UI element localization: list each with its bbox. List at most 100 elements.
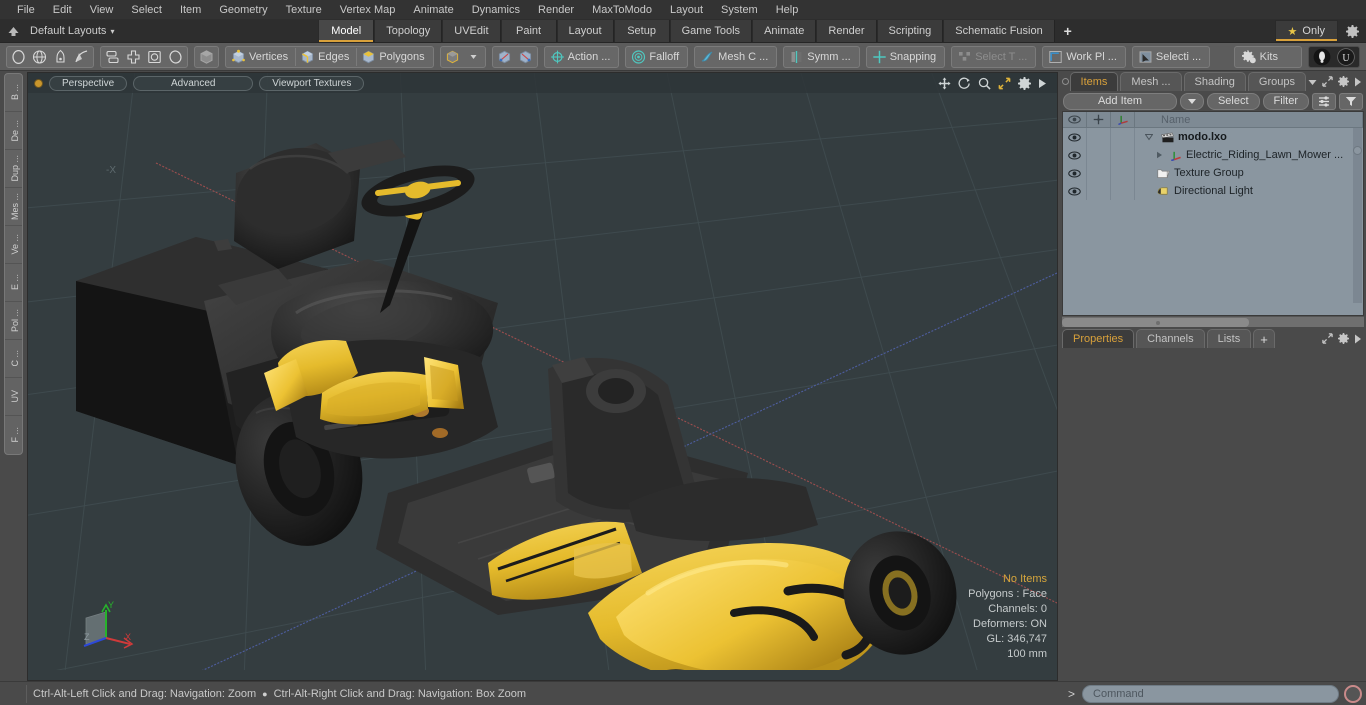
play-icon[interactable] xyxy=(1354,334,1362,344)
falloff-button[interactable]: Falloff xyxy=(627,47,686,67)
center-a-icon[interactable] xyxy=(494,47,515,67)
axis-gizmo[interactable]: Y X Z xyxy=(68,596,138,658)
menu-item-layout[interactable]: Layout xyxy=(661,0,712,20)
layout-tab-paint[interactable]: Paint xyxy=(500,20,557,42)
rotate-icon[interactable] xyxy=(958,77,971,90)
menu-item-help[interactable]: Help xyxy=(767,0,808,20)
chevron-down-icon[interactable] xyxy=(1308,78,1317,86)
menu-item-edit[interactable]: Edit xyxy=(44,0,81,20)
move-icon[interactable] xyxy=(938,76,951,90)
mirror-icon[interactable] xyxy=(123,47,144,67)
left-tab-edge[interactable]: E ... xyxy=(5,264,22,302)
only-toggle-button[interactable]: ★ Only xyxy=(1274,20,1339,42)
curve-icon[interactable] xyxy=(71,47,92,67)
row-axis-cell[interactable] xyxy=(1111,128,1135,146)
menu-item-maxtomodo[interactable]: MaxToModo xyxy=(583,0,661,20)
expand-icon[interactable] xyxy=(1322,76,1333,87)
items-list-vertical-scrollbar[interactable] xyxy=(1353,128,1362,303)
row-axis-cell[interactable] xyxy=(1111,182,1135,200)
zoom-icon[interactable] xyxy=(978,77,991,90)
tab-properties[interactable]: Properties xyxy=(1062,329,1135,348)
layout-tab-schematic-fusion[interactable]: Schematic Fusion xyxy=(943,20,1055,42)
gear-icon[interactable] xyxy=(1338,76,1349,87)
layout-selector[interactable]: Default Layouts ▾ xyxy=(26,20,124,42)
add-item-button[interactable]: Add Item xyxy=(1063,92,1177,110)
sphere-icon[interactable] xyxy=(8,47,29,67)
viewport-textures-selector[interactable]: Viewport Textures xyxy=(259,75,365,91)
stack-icon[interactable] xyxy=(102,47,123,67)
menu-item-view[interactable]: View xyxy=(81,0,123,20)
pen-icon[interactable] xyxy=(50,47,71,67)
left-tab-deform[interactable]: De ... xyxy=(5,112,22,150)
polygons-mode-button[interactable]: Polygons xyxy=(357,47,431,67)
unreal-icon[interactable]: U xyxy=(1334,47,1358,67)
menu-item-system[interactable]: System xyxy=(712,0,767,20)
row-axis-cell[interactable] xyxy=(1111,146,1135,164)
play-icon[interactable] xyxy=(1354,77,1362,87)
viewport-menu-dot[interactable] xyxy=(34,78,43,88)
menu-item-vertex-map[interactable]: Vertex Map xyxy=(331,0,405,20)
expand-icon[interactable] xyxy=(1322,333,1333,344)
menu-item-item[interactable]: Item xyxy=(171,0,210,20)
filter-button[interactable]: Filter xyxy=(1262,92,1309,110)
fit-icon[interactable] xyxy=(998,77,1011,90)
snapping-button[interactable]: Snapping xyxy=(868,47,944,67)
menu-item-select[interactable]: Select xyxy=(122,0,171,20)
tab-lists[interactable]: Lists xyxy=(1206,329,1252,348)
panel-menu-dot[interactable] xyxy=(1062,72,1070,91)
tab-groups[interactable]: Groups xyxy=(1247,72,1306,91)
menu-item-geometry[interactable]: Geometry xyxy=(210,0,276,20)
left-tab-duplicate[interactable]: Dup ... xyxy=(5,150,22,188)
work-plane-button[interactable]: Work Pl ... xyxy=(1044,47,1124,67)
layout-tab-layout[interactable]: Layout xyxy=(556,20,614,42)
row-visibility-toggle[interactable] xyxy=(1063,182,1087,200)
gear-icon[interactable] xyxy=(1018,76,1031,90)
selection-set-button[interactable]: Selecti ... xyxy=(1134,47,1208,67)
chevron-down-icon[interactable] xyxy=(1144,133,1154,141)
add-item-dropdown-button[interactable] xyxy=(1179,92,1204,110)
table-row[interactable]: modo.lxo xyxy=(1063,128,1363,146)
select-button[interactable]: Select xyxy=(1206,92,1260,110)
row-name-cell[interactable]: Electric_Riding_Lawn_Mower ... xyxy=(1135,146,1363,164)
viewport-shading-selector[interactable]: Advanced xyxy=(133,75,254,91)
left-tab-mesh-edit[interactable]: Mes ... xyxy=(5,188,22,226)
add-properties-tab-button[interactable]: + xyxy=(1253,329,1275,348)
list-options-icon[interactable] xyxy=(1312,92,1336,110)
row-visibility-toggle[interactable] xyxy=(1063,146,1087,164)
items-list[interactable]: Name modo.lxo Electric_Riding_Lawn_Mower… xyxy=(1062,111,1364,316)
row-lock-cell[interactable] xyxy=(1087,128,1111,146)
menu-item-file[interactable]: File xyxy=(8,0,44,20)
left-tab-polygon[interactable]: Pol ... xyxy=(5,302,22,340)
item-cube-icon[interactable] xyxy=(196,47,217,67)
add-layout-tab-button[interactable]: + xyxy=(1055,20,1081,42)
center-b-icon[interactable] xyxy=(515,47,536,67)
tab-mesh-ops[interactable]: Mesh ... xyxy=(1120,72,1182,91)
gear-icon[interactable] xyxy=(1338,333,1349,344)
tab-items[interactable]: Items xyxy=(1069,72,1119,91)
tab-channels[interactable]: Channels xyxy=(1136,329,1205,348)
materials-cube-icon[interactable] xyxy=(442,47,463,67)
action-center-button[interactable]: Action ... xyxy=(546,47,618,67)
row-lock-cell[interactable] xyxy=(1087,182,1111,200)
left-tab-basic[interactable]: B ... xyxy=(5,74,22,112)
tab-shading[interactable]: Shading xyxy=(1183,72,1246,91)
viewport-projection-selector[interactable]: Perspective xyxy=(49,75,128,91)
row-visibility-toggle[interactable] xyxy=(1063,164,1087,182)
items-list-horizontal-scrollbar[interactable] xyxy=(1062,316,1364,327)
layout-tab-render[interactable]: Render xyxy=(816,20,877,42)
ellipse-icon[interactable] xyxy=(165,47,186,67)
row-name-cell[interactable]: Texture Group xyxy=(1135,164,1363,182)
select-through-button[interactable]: Select T ... xyxy=(953,47,1034,67)
globe-icon[interactable] xyxy=(29,47,50,67)
row-name-cell[interactable]: modo.lxo xyxy=(1135,128,1363,146)
menu-item-texture[interactable]: Texture xyxy=(277,0,331,20)
layout-tab-animate[interactable]: Animate xyxy=(752,20,817,42)
menu-item-animate[interactable]: Animate xyxy=(404,0,462,20)
layout-tab-setup[interactable]: Setup xyxy=(613,20,670,42)
home-icon[interactable] xyxy=(0,20,26,42)
record-icon[interactable] xyxy=(1344,684,1362,703)
command-input[interactable]: Command xyxy=(1082,684,1339,703)
left-tab-curve[interactable]: C ... xyxy=(5,340,22,378)
table-row[interactable]: Electric_Riding_Lawn_Mower ... xyxy=(1063,146,1363,164)
row-axis-cell[interactable] xyxy=(1111,164,1135,182)
